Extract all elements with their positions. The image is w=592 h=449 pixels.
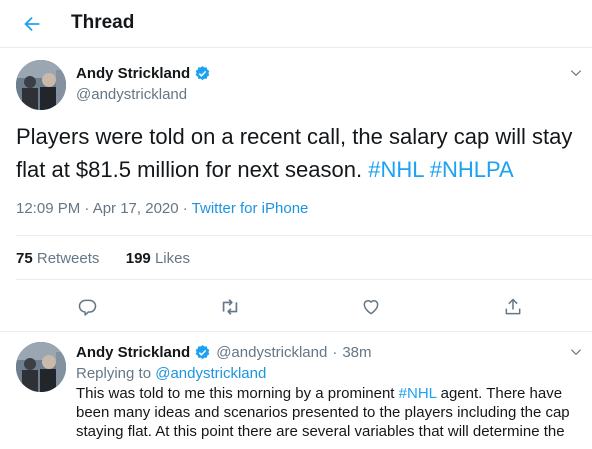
verified-badge-icon <box>194 65 211 82</box>
divider <box>16 279 592 280</box>
replying-to: Replying to @andystrickland <box>76 365 266 382</box>
author-handle[interactable]: @andystrickland <box>76 86 187 103</box>
timestamp[interactable]: 12:09 PM · Apr 17, 2020 · <box>16 200 192 217</box>
tweet-text: Players were told on a recent call, the … <box>16 120 586 186</box>
author-name[interactable]: Andy Strickland <box>76 65 190 82</box>
retweets-label: Retweets <box>36 250 100 267</box>
likes-label: Likes <box>154 250 190 267</box>
author-handle[interactable]: @andystrickland <box>216 344 327 361</box>
chevron-down-icon <box>570 349 582 356</box>
reply-button[interactable] <box>75 294 101 320</box>
tweet-source[interactable]: Twitter for iPhone <box>192 200 309 217</box>
heart-icon <box>363 300 379 315</box>
retweet-icon <box>222 299 238 315</box>
likes-count: 199 <box>125 250 151 267</box>
divider <box>16 235 592 236</box>
retweet-button[interactable] <box>217 294 243 320</box>
like-button[interactable] <box>358 294 384 320</box>
back-arrow-icon <box>24 16 40 32</box>
timestamp[interactable]: 38m <box>342 344 371 361</box>
retweets-count: 75 <box>16 250 33 267</box>
retweets-stat[interactable]: 75 Retweets <box>16 250 99 267</box>
share-button[interactable] <box>500 294 526 320</box>
back-button[interactable] <box>18 10 46 38</box>
chevron-down-icon <box>570 70 582 77</box>
separator: · <box>332 344 338 361</box>
engagement-stats: 75 Retweets 199 Likes <box>16 250 190 267</box>
author-name[interactable]: Andy Strickland <box>76 344 190 361</box>
page-title: Thread <box>71 12 135 33</box>
mention-link[interactable]: @andystrickland <box>155 365 266 382</box>
reply-body: This was told to me this morning by a pr… <box>76 385 399 402</box>
hashtag-link[interactable]: #NHLPA <box>430 157 514 182</box>
divider <box>0 331 592 332</box>
tweet-meta: 12:09 PM · Apr 17, 2020 · Twitter for iP… <box>16 200 308 217</box>
share-icon <box>505 298 521 315</box>
replying-label: Replying to <box>76 365 152 382</box>
tweet-actions <box>0 290 592 324</box>
likes-stat[interactable]: 199 Likes <box>126 250 190 267</box>
hashtag-link[interactable]: #NHL <box>368 157 423 182</box>
verified-badge-icon <box>194 344 211 361</box>
reply-icon <box>78 299 97 316</box>
avatar[interactable] <box>16 60 66 110</box>
tweet-menu-button[interactable] <box>566 63 586 83</box>
thread-header: Thread <box>0 0 592 48</box>
avatar[interactable] <box>16 342 66 392</box>
hashtag-link[interactable]: #NHL <box>399 385 437 402</box>
tweet-menu-button[interactable] <box>566 342 586 362</box>
reply-text: This was told to me this morning by a pr… <box>76 385 576 441</box>
